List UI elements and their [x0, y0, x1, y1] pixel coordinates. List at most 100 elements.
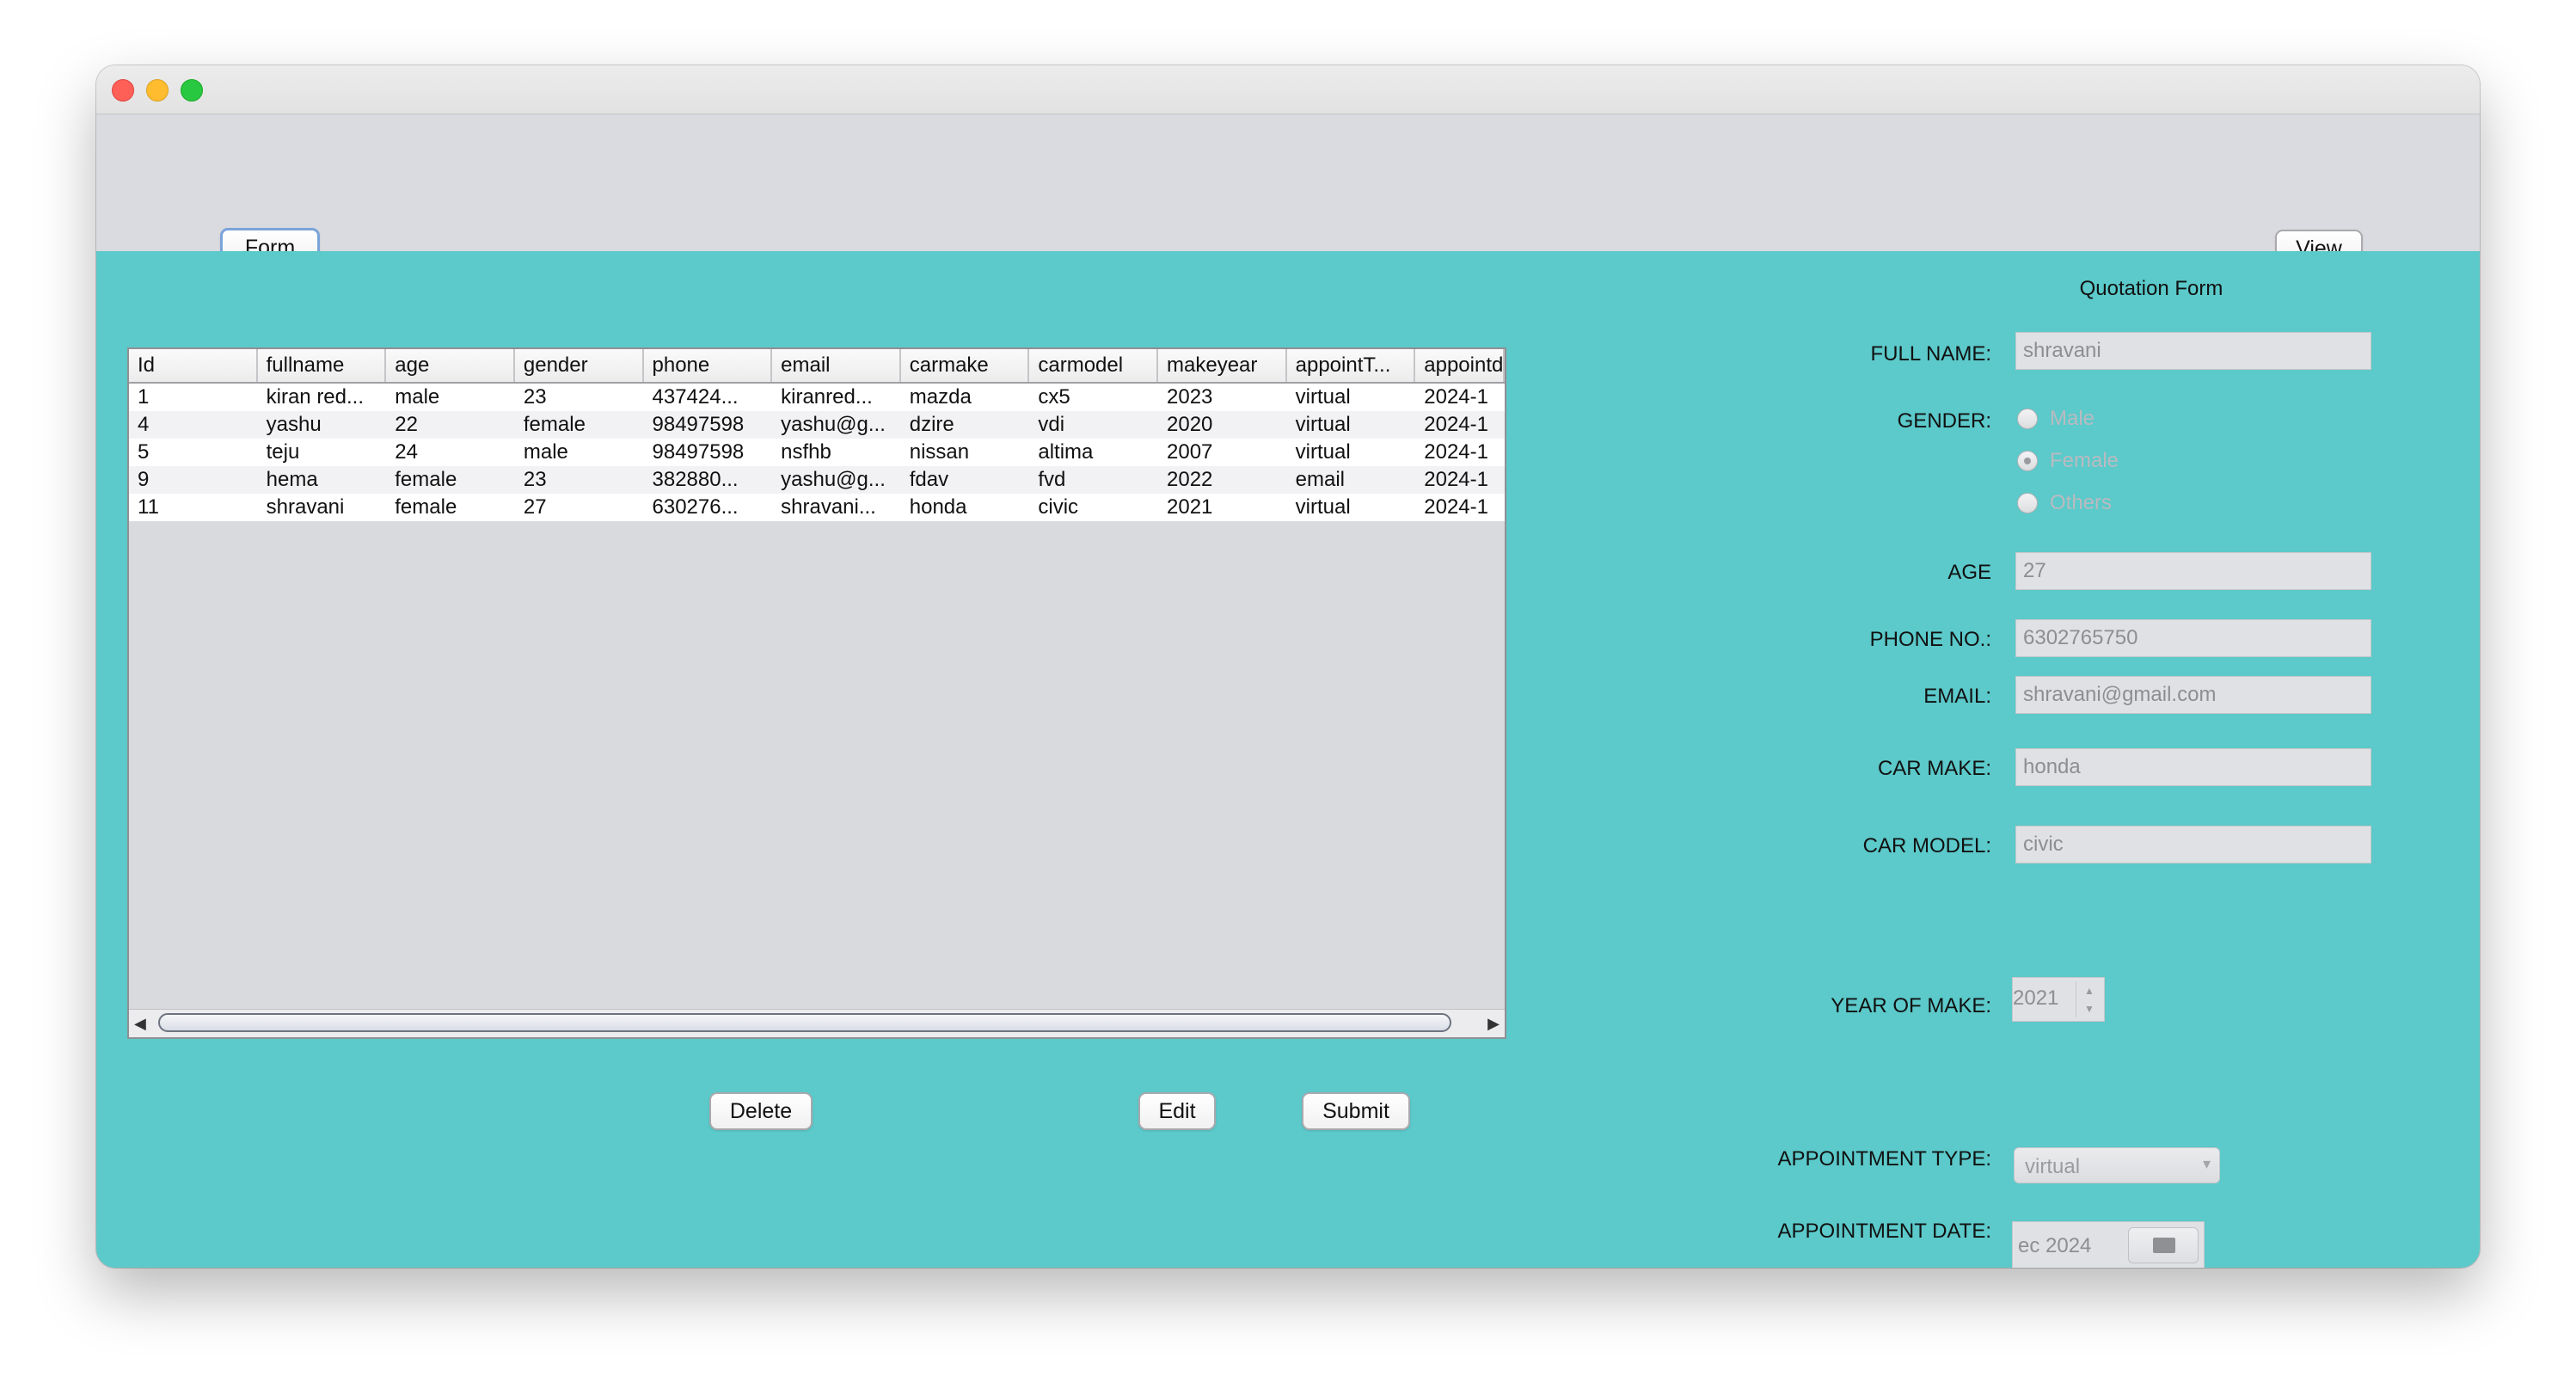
submit-button[interactable]: Submit [1302, 1092, 1410, 1130]
appointment-date-value: ec 2024 [2018, 1234, 2092, 1257]
table-cell: 27 [523, 495, 547, 519]
table-cell: 2023 [1167, 385, 1213, 409]
table-cell: nissan [909, 440, 970, 464]
close-window-button[interactable] [112, 79, 134, 101]
table-cell: shravani [266, 495, 345, 519]
radio-female-icon[interactable] [2017, 451, 2038, 471]
scroll-right-icon[interactable]: ▶ [1487, 1015, 1500, 1033]
table-cell: honda [909, 495, 967, 519]
table-cell: vdi [1038, 413, 1065, 436]
chevron-down-icon: ▾ [2202, 1155, 2211, 1172]
radio-others-icon[interactable] [2017, 493, 2038, 513]
decrement-icon[interactable]: ▼ [2084, 1003, 2095, 1015]
phone-field[interactable]: 6302765750 [2015, 619, 2371, 657]
radio-male-icon[interactable] [2017, 409, 2038, 429]
column-header[interactable]: email [772, 349, 901, 382]
email-label: EMAIL: [1923, 685, 1991, 708]
gender-option-female[interactable]: Female [2017, 446, 2119, 476]
appointment-type-label: APPOINTMENT TYPE: [1777, 1147, 1992, 1171]
gender-option-male[interactable]: Male [2017, 404, 2095, 433]
table-cell: 2024-1 [1424, 468, 1488, 491]
app-window: Form View Id fullname age gender phone email c… [96, 65, 2480, 1268]
table-cell: 2024-1 [1424, 385, 1488, 409]
gender-option-label: Female [2050, 449, 2119, 472]
table-cell: civic [1038, 495, 1079, 519]
table-cell: 2021 [1167, 495, 1213, 519]
column-header[interactable]: age [386, 349, 515, 382]
records-table: Id fullname age gender phone email carmake carm… [127, 347, 1506, 1039]
content-panel: Id fullname age gender phone email carmake carm… [96, 251, 2480, 1268]
table-header: Id fullname age gender phone email carmake carm… [129, 349, 1505, 384]
table-cell: teju [266, 440, 300, 464]
column-header[interactable]: gender [515, 349, 644, 382]
delete-button[interactable]: Delete [709, 1092, 813, 1130]
column-header[interactable]: fullname [258, 349, 387, 382]
full-name-label: FULL NAME: [1870, 342, 1991, 366]
column-header[interactable]: Id [129, 349, 258, 382]
table-cell: 98497598 [652, 413, 745, 436]
phone-label: PHONE NO.: [1869, 628, 1991, 651]
column-header[interactable]: phone [644, 349, 773, 382]
table-cell: yashu@g... [781, 468, 886, 491]
table-cell: 5 [138, 440, 150, 464]
full-name-field[interactable]: shravani [2015, 332, 2371, 370]
table-cell: hema [266, 468, 318, 491]
table-cell: female [395, 468, 457, 491]
table-cell: yashu@g... [781, 413, 886, 436]
table-row[interactable]: 11 shravani female 27 630276... shravani... ho… [129, 494, 1505, 521]
gender-option-others[interactable]: Others [2017, 489, 2112, 518]
year-of-make-spinner[interactable]: 2021 ▲ ▼ [2012, 977, 2105, 1022]
table-row[interactable]: 4 yashu 22 female 98497598 yashu@g... dzire vdi… [129, 411, 1505, 439]
column-header[interactable]: makeyear [1158, 349, 1287, 382]
email-field[interactable]: shravani@gmail.com [2015, 676, 2371, 714]
edit-button[interactable]: Edit [1138, 1092, 1216, 1130]
column-header[interactable]: appointd [1415, 349, 1505, 382]
table-cell: altima [1038, 440, 1094, 464]
column-header[interactable]: appointT... [1287, 349, 1416, 382]
table-cell: kiranred... [781, 385, 873, 409]
table-cell: male [395, 385, 440, 409]
table-cell: 2022 [1167, 468, 1213, 491]
car-make-field[interactable]: honda [2015, 748, 2371, 786]
table-cell: 630276... [652, 495, 739, 519]
table-row[interactable]: 9 hema female 23 382880... yashu@g... fdav fvd 2… [129, 466, 1505, 494]
minimize-window-button[interactable] [146, 79, 169, 101]
year-of-make-label: YEAR OF MAKE: [1831, 994, 1991, 1017]
table-cell: fvd [1038, 468, 1066, 491]
table-cell: cx5 [1038, 385, 1070, 409]
age-field[interactable]: 27 [2015, 552, 2371, 590]
table-cell: 9 [138, 468, 150, 491]
gender-option-label: Others [2050, 491, 2113, 514]
appointment-date-picker[interactable]: ec 2024 [2012, 1221, 2205, 1268]
scrollbar-thumb[interactable] [158, 1013, 1451, 1032]
table-cell: male [523, 440, 568, 464]
increment-icon[interactable]: ▲ [2084, 985, 2095, 997]
table-cell: 2024-1 [1424, 413, 1488, 436]
spinner-arrows[interactable]: ▲ ▼ [2076, 981, 2102, 1017]
table-cell: mazda [909, 385, 972, 409]
appointment-type-dropdown[interactable]: virtual ▾ [2014, 1147, 2220, 1183]
table-cell: 2024-1 [1424, 440, 1488, 464]
zoom-window-button[interactable] [181, 79, 203, 101]
table-cell: yashu [266, 413, 322, 436]
table-cell: 2007 [1167, 440, 1213, 464]
scroll-left-icon[interactable]: ◀ [134, 1015, 146, 1033]
gender-label: GENDER: [1897, 409, 1991, 433]
table-cell: 382880... [652, 468, 739, 491]
table-cell: virtual [1295, 413, 1351, 436]
table-cell: female [395, 495, 457, 519]
table-cell: 23 [523, 385, 547, 409]
column-header[interactable]: carmake [901, 349, 1030, 382]
table-cell: nsfhb [781, 440, 831, 464]
table-cell: 11 [138, 495, 159, 519]
horizontal-scrollbar[interactable]: ◀ ▶ [129, 1009, 1505, 1037]
table-row[interactable]: 5 teju 24 male 98497598 nsfhb nissan altima 2007… [129, 439, 1505, 466]
calendar-button[interactable] [2128, 1227, 2199, 1263]
calendar-icon [2153, 1238, 2175, 1253]
car-model-field[interactable]: civic [2015, 826, 2371, 863]
table-row[interactable]: 1 kiran red... male 23 437424... kiranred... m… [129, 384, 1505, 411]
column-header[interactable]: carmodel [1029, 349, 1158, 382]
table-cell: 24 [395, 440, 418, 464]
table-cell: 437424... [652, 385, 739, 409]
appointment-date-label: APPOINTMENT DATE: [1777, 1220, 1991, 1243]
